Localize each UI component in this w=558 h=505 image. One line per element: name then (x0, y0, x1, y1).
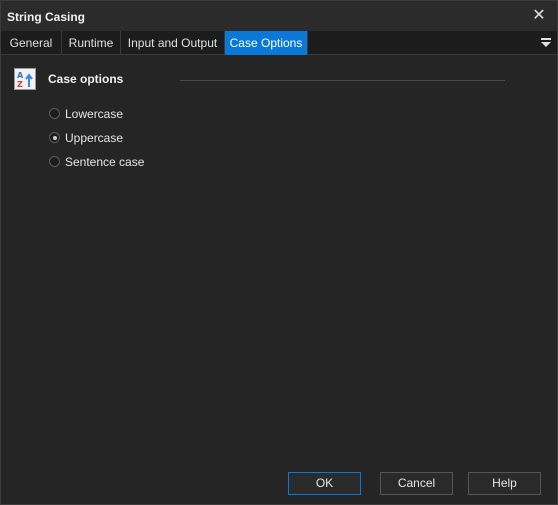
tab-menu-icon[interactable] (540, 37, 552, 49)
radio-button[interactable] (49, 108, 60, 119)
radio-label: Lowercase (65, 107, 124, 121)
help-button[interactable]: Help (468, 472, 541, 495)
radio-label: Sentence case (65, 155, 145, 169)
title-bar: String Casing ✕ (1, 1, 557, 31)
section-divider (180, 80, 505, 81)
tab-bar: General Runtime Input and Output Case Op… (1, 31, 557, 55)
tab-content-case-options: A Z Case options Lowercase Uppercase Sen… (1, 56, 557, 461)
tab-case-options[interactable]: Case Options (225, 31, 308, 55)
tab-runtime[interactable]: Runtime (62, 31, 121, 55)
tab-general[interactable]: General (1, 31, 62, 55)
window-title: String Casing (7, 10, 86, 24)
radio-button[interactable] (49, 132, 60, 143)
cancel-button[interactable]: Cancel (380, 472, 453, 495)
tab-input-and-output[interactable]: Input and Output (121, 31, 225, 55)
section-title: Case options (48, 72, 124, 86)
radio-button[interactable] (49, 156, 60, 167)
svg-text:Z: Z (17, 80, 23, 89)
dialog-window: String Casing ✕ General Runtime Input an… (0, 0, 558, 505)
sort-az-icon: A Z (14, 68, 36, 90)
ok-button[interactable]: OK (288, 472, 361, 495)
radio-label: Uppercase (65, 131, 124, 145)
svg-text:A: A (17, 71, 24, 80)
close-icon[interactable]: ✕ (529, 6, 549, 26)
